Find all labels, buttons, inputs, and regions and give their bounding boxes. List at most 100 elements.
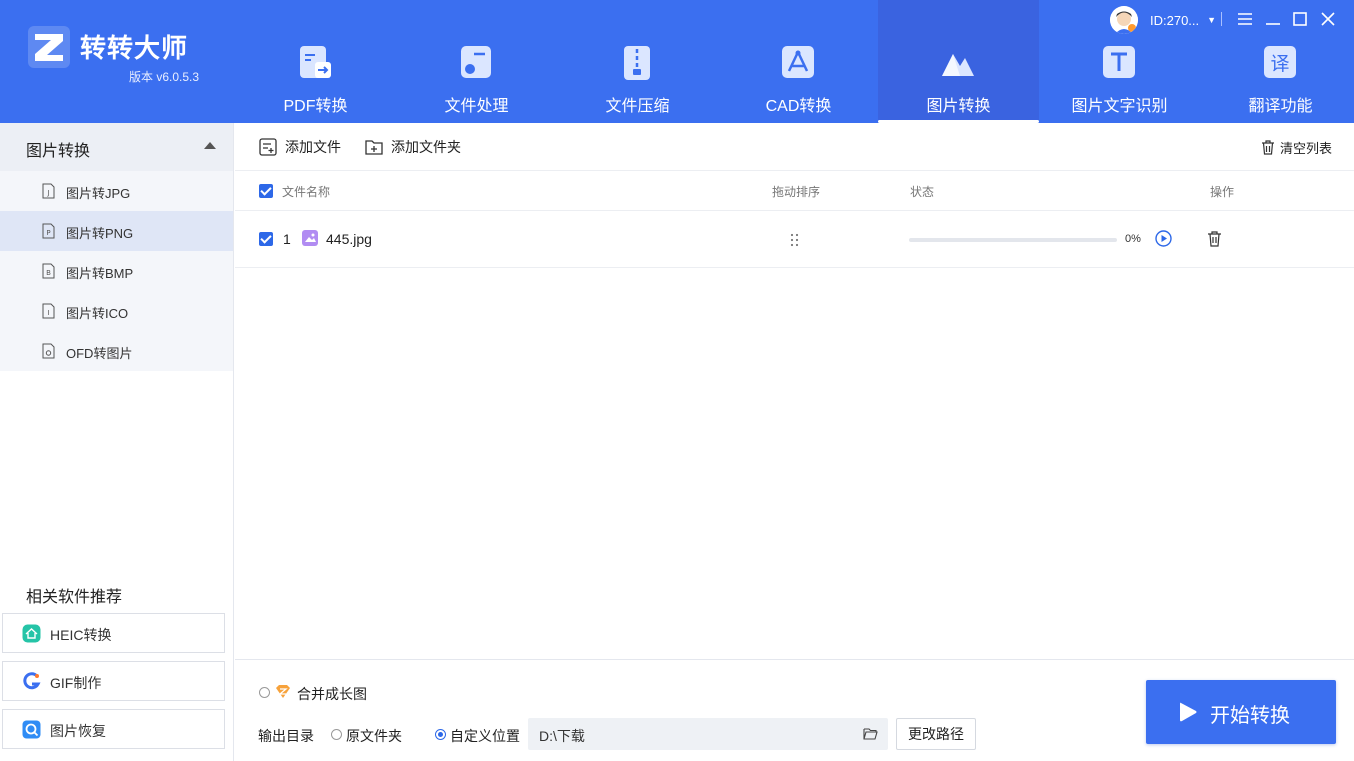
- menu-icon[interactable]: [1236, 10, 1254, 28]
- sidebar: 图片转换 J 图片转JPG P 图片转PNG B 图片转BMP I 图片转ICO…: [0, 123, 234, 761]
- output-path-value: D:\下载: [539, 728, 585, 744]
- svg-text:I: I: [47, 309, 49, 317]
- pdf-convert-icon: [300, 46, 331, 78]
- output-path-field[interactable]: D:\下载: [528, 718, 888, 750]
- svg-text:P: P: [46, 229, 50, 237]
- output-settings: 合并成长图 输出目录 原文件夹 自定义位置 D:\下载 更改路径 开始转换: [235, 659, 1354, 761]
- chevron-up-icon: [204, 142, 216, 149]
- ofd-file-icon: [42, 343, 55, 359]
- maximize-icon[interactable]: [1291, 10, 1309, 28]
- delete-icon[interactable]: [1207, 231, 1222, 247]
- divider: [1221, 12, 1222, 26]
- avatar: [1110, 6, 1138, 34]
- progress-percent: 0%: [1125, 233, 1141, 245]
- sidebar-item-to-jpg[interactable]: J 图片转JPG: [0, 171, 233, 211]
- sidebar-item-label: 图片转JPG: [66, 186, 131, 201]
- recommend-image-recovery[interactable]: 图片恢复: [2, 709, 225, 749]
- tab-image-convert[interactable]: 图片转换: [878, 0, 1039, 123]
- bmp-file-icon: B: [42, 263, 55, 279]
- toolbar: 添加文件 添加文件夹 清空列表: [235, 123, 1354, 171]
- sidebar-item-ofd-to-image[interactable]: OFD转图片: [0, 331, 233, 371]
- tab-label: 文件处理: [444, 98, 509, 115]
- add-folder-label: 添加文件夹: [391, 139, 461, 155]
- sidebar-item-label: 图片转BMP: [66, 266, 134, 281]
- sidebar-item-label: 图片转ICO: [66, 306, 129, 321]
- svg-text:译: 译: [1270, 53, 1289, 75]
- recommend-label: GIF制作: [50, 675, 102, 691]
- table-row[interactable]: 1 445.jpg 0%: [235, 211, 1354, 268]
- translate-icon: 译: [1264, 46, 1296, 78]
- recommend-label: 图片恢复: [50, 723, 106, 739]
- clear-list-button[interactable]: 清空列表: [1261, 138, 1332, 157]
- start-convert-button[interactable]: 开始转换: [1146, 680, 1336, 744]
- drag-handle-icon[interactable]: [789, 232, 799, 248]
- app-name: 转转大师: [80, 33, 189, 63]
- header-action: 操作: [1210, 185, 1235, 199]
- tab-label: 图片转换: [926, 98, 991, 115]
- original-folder-radio[interactable]: [331, 729, 342, 740]
- ocr-icon: [1103, 46, 1135, 78]
- cad-icon: [782, 46, 814, 78]
- file-table-header: 文件名称 拖动排序 状态 操作: [235, 171, 1354, 211]
- progress-bar: [909, 238, 1117, 242]
- folder-open-icon[interactable]: [863, 727, 878, 740]
- recommend-heic[interactable]: HEIC转换: [2, 613, 225, 653]
- tab-pdf-convert[interactable]: PDF转换: [235, 0, 396, 123]
- vip-badge-icon: [276, 685, 290, 698]
- change-path-button[interactable]: 更改路径: [896, 718, 976, 750]
- zip-icon: [624, 46, 650, 80]
- sidebar-item-to-png[interactable]: P 图片转PNG: [0, 211, 233, 251]
- play-icon: [1180, 702, 1197, 722]
- add-file-button[interactable]: 添加文件: [259, 137, 341, 157]
- svg-text:B: B: [46, 269, 51, 277]
- sidebar-section-title: 图片转换: [26, 143, 91, 160]
- row-filename: 445.jpg: [326, 231, 372, 247]
- tab-label: CAD转换: [765, 98, 832, 115]
- select-all-checkbox[interactable]: [259, 184, 273, 198]
- heic-app-icon: [22, 624, 41, 643]
- tab-file-process[interactable]: 文件处理: [396, 0, 557, 123]
- chevron-down-icon: ▼: [1207, 15, 1217, 25]
- recommend-label: HEIC转换: [50, 627, 112, 643]
- add-folder-icon: [365, 140, 383, 155]
- sidebar-item-to-bmp[interactable]: B 图片转BMP: [0, 251, 233, 291]
- app-version: 版本 v6.0.5.3: [129, 70, 200, 84]
- output-dir-label: 输出目录: [258, 728, 314, 744]
- close-icon[interactable]: [1319, 10, 1337, 28]
- header-status: 状态: [910, 185, 935, 199]
- minimize-icon[interactable]: [1264, 10, 1282, 28]
- gif-app-icon: [23, 672, 41, 690]
- tab-file-compress[interactable]: 文件压缩: [557, 0, 718, 123]
- tab-label: PDF转换: [283, 98, 348, 115]
- app-logo-icon: [28, 26, 70, 68]
- merge-label: 合并成长图: [297, 686, 367, 702]
- tab-cad-convert[interactable]: CAD转换: [718, 0, 879, 123]
- sidebar-list: J 图片转JPG P 图片转PNG B 图片转BMP I 图片转ICO OFD转…: [0, 171, 233, 371]
- trash-icon: [1262, 140, 1274, 155]
- add-file-label: 添加文件: [285, 139, 341, 155]
- add-file-icon: [259, 138, 277, 156]
- sidebar-item-label: OFD转图片: [66, 346, 133, 361]
- sidebar-section-header[interactable]: 图片转换: [0, 123, 233, 171]
- custom-location-radio[interactable]: [435, 729, 446, 740]
- png-file-icon: P: [42, 223, 55, 239]
- add-folder-button[interactable]: 添加文件夹: [365, 137, 461, 157]
- svg-text:J: J: [46, 189, 49, 197]
- start-convert-label: 开始转换: [1210, 705, 1290, 727]
- clear-list-label: 清空列表: [1280, 141, 1333, 156]
- ico-file-icon: I: [42, 303, 55, 319]
- merge-radio[interactable]: [259, 687, 270, 698]
- play-icon[interactable]: [1155, 230, 1172, 247]
- tab-label: 翻译功能: [1248, 98, 1313, 115]
- tab-label: 图片文字识别: [1071, 98, 1168, 115]
- title-bar: 转转大师 版本 v6.0.5.3 PDF转换 文件处理 文件压缩 CAD转换 图…: [0, 0, 1354, 123]
- sidebar-item-label: 图片转PNG: [66, 226, 134, 241]
- image-file-icon: [302, 230, 318, 246]
- sidebar-item-to-ico[interactable]: I 图片转ICO: [0, 291, 233, 331]
- row-checkbox[interactable]: [259, 232, 273, 246]
- header-filename: 文件名称: [282, 185, 331, 199]
- user-menu[interactable]: ID:270... ▼: [1110, 6, 1216, 34]
- recommend-title: 相关软件推荐: [26, 589, 123, 606]
- recommend-gif[interactable]: GIF制作: [2, 661, 225, 701]
- header-drag-sort: 拖动排序: [772, 185, 821, 199]
